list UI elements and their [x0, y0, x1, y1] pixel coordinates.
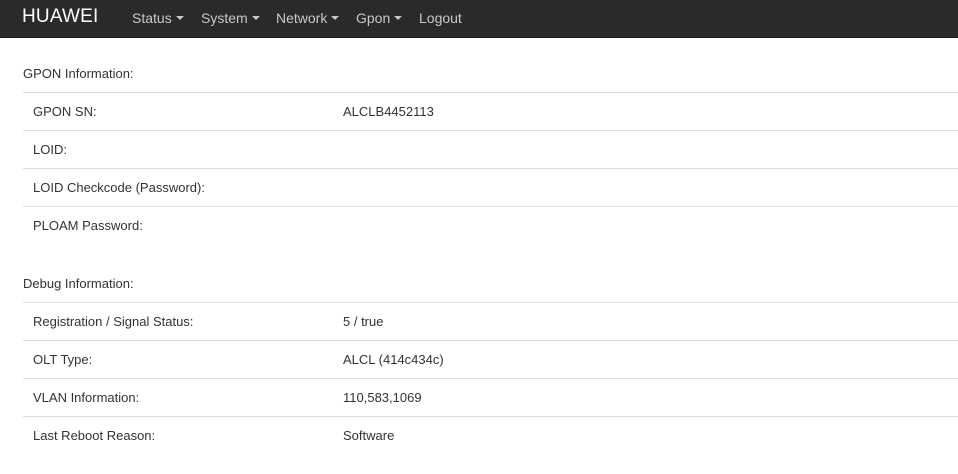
nav-status-label: Status — [132, 10, 172, 26]
top-navbar: HUAWEI Status System Network Gpon Logout — [0, 0, 958, 38]
gpon-info-table: GPON SN: ALCLB4452113 LOID: LOID Checkco… — [23, 92, 958, 244]
table-row: LOID: — [23, 130, 958, 168]
debug-info-table: Registration / Signal Status: 5 / true O… — [23, 302, 958, 454]
ploam-password-label: PLOAM Password: — [33, 218, 143, 233]
nav-system-menu[interactable]: System — [201, 10, 260, 26]
loid-label: LOID: — [33, 142, 67, 157]
gpon-sn-value: ALCLB4452113 — [343, 104, 434, 119]
nav-network-menu[interactable]: Network — [276, 10, 340, 26]
gpon-section-title: GPON Information: — [23, 66, 134, 81]
caret-down-icon — [394, 16, 403, 21]
nav-system-label: System — [201, 10, 248, 26]
olt-type-label: OLT Type: — [33, 352, 93, 367]
vlan-info-value: 110,583,1069 — [343, 390, 422, 405]
caret-down-icon — [331, 16, 340, 21]
table-row: GPON SN: ALCLB4452113 — [23, 92, 958, 130]
loid-checkcode-label: LOID Checkcode (Password): — [33, 180, 205, 195]
nav-network-label: Network — [276, 10, 328, 26]
last-reboot-reason-value: Software — [343, 428, 395, 443]
olt-type-value: ALCL (414c434c) — [343, 352, 444, 367]
registration-status-label: Registration / Signal Status: — [33, 314, 194, 329]
vlan-info-label: VLAN Information: — [33, 390, 140, 405]
table-row: Registration / Signal Status: 5 / true — [23, 302, 958, 340]
debug-section-title: Debug Information: — [23, 276, 134, 291]
caret-down-icon — [175, 16, 184, 21]
nav-gpon-label: Gpon — [356, 10, 391, 26]
table-row: OLT Type: ALCL (414c434c) — [23, 340, 958, 378]
nav-logout-link[interactable]: Logout — [419, 10, 462, 26]
nav-logout-label: Logout — [419, 10, 462, 26]
table-row: Last Reboot Reason: Software — [23, 416, 958, 454]
gpon-sn-label: GPON SN: — [33, 104, 97, 119]
last-reboot-reason-label: Last Reboot Reason: — [33, 428, 156, 443]
brand-logo[interactable]: HUAWEI — [22, 6, 99, 28]
table-row: LOID Checkcode (Password): — [23, 168, 958, 206]
table-row: VLAN Information: 110,583,1069 — [23, 378, 958, 416]
table-row: PLOAM Password: — [23, 206, 958, 244]
caret-down-icon — [251, 16, 260, 21]
registration-status-value: 5 / true — [343, 314, 384, 329]
nav-status-menu[interactable]: Status — [132, 10, 184, 26]
nav-gpon-menu[interactable]: Gpon — [356, 10, 403, 26]
